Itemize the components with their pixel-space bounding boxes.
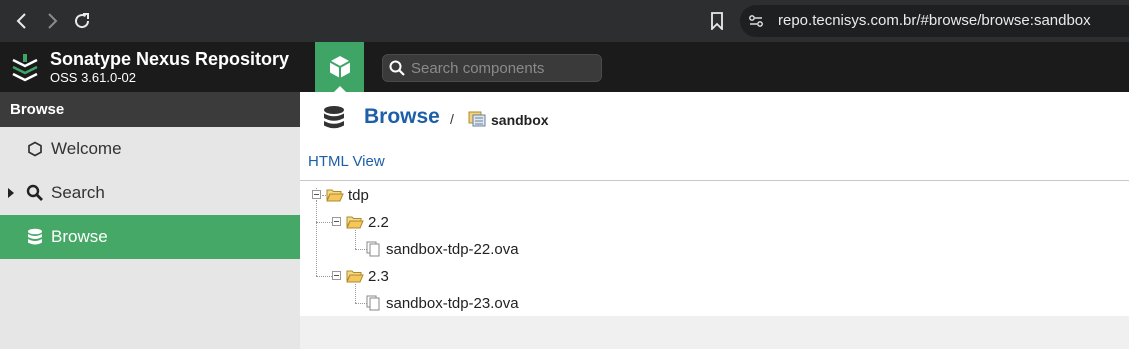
file-copies-icon [366, 295, 380, 311]
sidebar-section-title: Browse [0, 92, 300, 127]
breadcrumb-repository: sandbox [491, 112, 549, 128]
bookmark-button[interactable] [705, 9, 729, 33]
tree-node-label: 2.2 [368, 213, 389, 231]
url-text[interactable]: repo.tecnisys.com.br/#browse/browse:sand… [778, 12, 1091, 29]
bookmark-icon [711, 12, 723, 30]
repository-icon [468, 111, 486, 127]
sidebar: Browse Welcome Search Browse [0, 92, 300, 349]
chevron-right-icon [48, 13, 58, 29]
collapse-toggle-tdp[interactable] [312, 190, 321, 199]
collapse-toggle-2-2[interactable] [332, 217, 341, 226]
tree-node-label: sandbox-tdp-22.ova [386, 240, 519, 258]
expand-arrow-icon[interactable] [8, 188, 14, 198]
sidebar-item-label: Browse [51, 227, 108, 246]
hexagon-icon [26, 140, 44, 158]
sidebar-item-label: Search [51, 183, 105, 202]
browser-toolbar: repo.tecnisys.com.br/#browse/browse:sand… [0, 0, 1129, 42]
magnifier-icon [26, 184, 44, 202]
app-title: Sonatype Nexus Repository [50, 49, 290, 69]
reload-icon [75, 13, 90, 29]
site-settings-icon[interactable] [748, 13, 764, 29]
tree-folder-2-2[interactable]: 2.2 [346, 212, 389, 232]
folder-open-icon [346, 216, 364, 229]
breadcrumb-separator: / [450, 111, 454, 127]
collapse-toggle-2-3[interactable] [332, 271, 341, 280]
folder-open-icon [346, 270, 364, 283]
sidebar-item-welcome[interactable]: Welcome [0, 127, 300, 171]
tree-folder-tdp[interactable]: tdp [326, 185, 369, 205]
main-panel-footer-area [300, 316, 1129, 349]
divider [300, 180, 1129, 181]
html-view-link[interactable]: HTML View [308, 153, 385, 170]
search-icon [389, 60, 405, 76]
sidebar-item-search[interactable]: Search [0, 171, 300, 215]
app-version: OSS 3.61.0-02 [50, 70, 136, 85]
tree-file-sandbox-tdp-22[interactable]: sandbox-tdp-22.ova [366, 239, 519, 259]
forward-button[interactable] [40, 9, 64, 33]
tree-connector [316, 200, 317, 276]
sidebar-item-label: Welcome [51, 139, 122, 158]
database-icon [324, 106, 344, 129]
back-button[interactable] [10, 9, 34, 33]
tree-node-label: tdp [348, 186, 369, 204]
tree-connector [355, 284, 356, 303]
cube-icon [329, 56, 350, 78]
main-panel: Browse / sandbox HTML View tdp 2.2 sandb… [300, 92, 1129, 316]
database-icon [26, 228, 44, 246]
breadcrumb-browse-link[interactable]: Browse [364, 105, 440, 129]
tree-connector [316, 222, 332, 223]
file-copies-icon [366, 241, 380, 257]
folder-open-icon [326, 189, 344, 202]
tree-node-label: 2.3 [368, 267, 389, 285]
tree-file-sandbox-tdp-23[interactable]: sandbox-tdp-23.ova [366, 293, 519, 313]
search-components-input[interactable] [411, 57, 596, 79]
nexus-logo-icon [12, 54, 38, 82]
reload-button[interactable] [70, 9, 94, 33]
sidebar-item-browse[interactable]: Browse [0, 215, 300, 259]
tree-folder-2-3[interactable]: 2.3 [346, 266, 389, 286]
search-box[interactable] [382, 54, 602, 82]
tree-connector [316, 276, 332, 277]
chevron-left-icon [16, 13, 26, 29]
tree-node-label: sandbox-tdp-23.ova [386, 294, 519, 312]
tree-connector [355, 230, 356, 249]
browse-mode-button[interactable] [315, 42, 364, 92]
app-header: Sonatype Nexus Repository OSS 3.61.0-02 [0, 42, 1129, 92]
